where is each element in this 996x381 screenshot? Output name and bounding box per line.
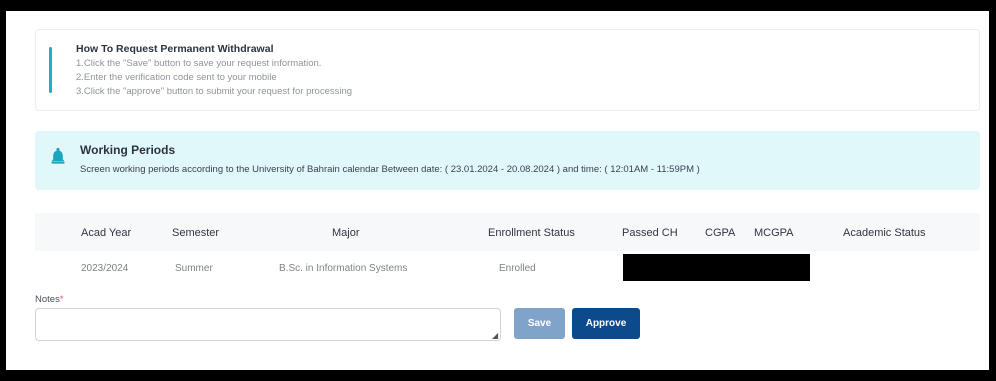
cell-major: B.Sc. in Information Systems [279, 263, 408, 274]
required-marker: * [59, 294, 64, 305]
working-periods-banner: Working Periods Screen working periods a… [35, 131, 980, 190]
working-periods-text: Screen working periods according to the … [80, 164, 700, 175]
table-header: Acad Year Semester Major Enrollment Stat… [35, 213, 980, 251]
working-periods-title: Working Periods [80, 143, 176, 157]
notes-label: Notes* [35, 294, 64, 305]
notes-textarea[interactable] [35, 308, 501, 341]
instructions-step-3: 3.Click the "approve" button to submit y… [76, 86, 353, 97]
instructions-accent-bar [49, 47, 52, 93]
column-header-mcgpa: MCGPA [754, 227, 794, 239]
notes-label-text: Notes [35, 294, 60, 305]
cell-semester: Summer [175, 263, 213, 274]
instructions-step-1: 1.Click the "Save" button to save your r… [76, 58, 322, 69]
save-button[interactable]: Save [514, 308, 565, 339]
resize-handle-icon[interactable]: ◢ [492, 331, 498, 340]
cell-acad-year: 2023/2024 [81, 263, 129, 274]
approve-button[interactable]: Approve [572, 308, 640, 339]
instructions-panel: How To Request Permanent Withdrawal 1.Cl… [35, 29, 980, 111]
column-header-enrollment-status: Enrollment Status [488, 227, 575, 239]
column-header-academic-status: Academic Status [843, 227, 926, 239]
column-header-semester: Semester [172, 227, 220, 239]
column-header-major: Major [332, 227, 360, 239]
instructions-title: How To Request Permanent Withdrawal [76, 43, 274, 55]
bell-icon [50, 147, 66, 170]
column-header-passed-ch: Passed CH [622, 227, 678, 239]
redacted-block [623, 254, 810, 281]
page-frame: How To Request Permanent Withdrawal 1.Cl… [6, 11, 989, 370]
column-header-acad-year: Acad Year [81, 227, 132, 239]
cell-enrollment-status: Enrolled [499, 263, 536, 274]
instructions-step-2: 2.Enter the verification code sent to yo… [76, 72, 277, 83]
column-header-cgpa: CGPA [705, 227, 736, 239]
